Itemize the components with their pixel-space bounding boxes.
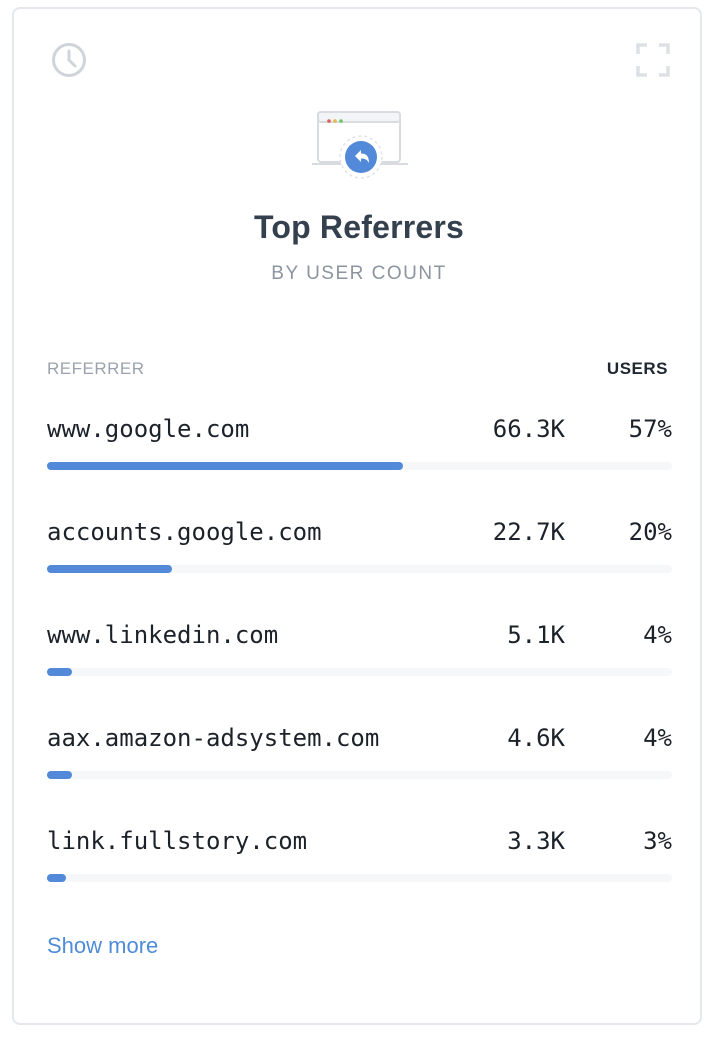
user-percent: 20% xyxy=(628,518,672,546)
top-referrers-card: Top Referrers BY USER COUNT REFERRER USE… xyxy=(12,7,702,1025)
referrer-row[interactable]: accounts.google.com 22.7K 20% xyxy=(47,514,672,617)
progress-track xyxy=(47,565,672,573)
progress-fill xyxy=(47,668,72,676)
referrer-list: www.google.com 66.3K 57% accounts.google… xyxy=(47,411,672,926)
user-count: 22.7K xyxy=(492,518,565,546)
user-percent: 4% xyxy=(643,724,672,752)
referrer-name: aax.amazon-adsystem.com xyxy=(47,724,380,752)
referrer-name: www.linkedin.com xyxy=(47,621,279,649)
user-count: 5.1K xyxy=(507,621,565,649)
referrer-row[interactable]: link.fullstory.com 3.3K 3% xyxy=(47,823,672,926)
progress-track xyxy=(47,462,672,470)
user-count: 66.3K xyxy=(492,415,565,443)
widget-subtitle: BY USER COUNT xyxy=(271,263,447,284)
browser-reply-icon xyxy=(310,109,410,189)
user-count: 4.6K xyxy=(507,724,565,752)
column-header-referrer: REFERRER xyxy=(47,359,145,378)
progress-track xyxy=(47,668,672,676)
referrer-name: www.google.com xyxy=(47,415,250,443)
user-percent: 4% xyxy=(643,621,672,649)
progress-fill xyxy=(47,462,403,470)
progress-fill xyxy=(47,565,172,573)
widget-title: Top Referrers xyxy=(253,209,465,245)
expand-icon[interactable] xyxy=(636,43,670,77)
user-count: 3.3K xyxy=(507,827,565,855)
referrer-name: accounts.google.com xyxy=(47,518,322,546)
show-more-link[interactable]: Show more xyxy=(47,933,158,959)
referrer-row[interactable]: aax.amazon-adsystem.com 4.6K 4% xyxy=(47,720,672,823)
user-percent: 3% xyxy=(643,827,672,855)
progress-track xyxy=(47,771,672,779)
progress-track xyxy=(47,874,672,882)
referrer-name: link.fullstory.com xyxy=(47,827,308,855)
user-percent: 57% xyxy=(628,415,672,443)
progress-fill xyxy=(47,771,72,779)
progress-fill xyxy=(47,874,66,882)
clock-icon[interactable] xyxy=(50,41,88,79)
referrer-row[interactable]: www.google.com 66.3K 57% xyxy=(47,411,672,514)
column-header-users[interactable]: USERS xyxy=(607,359,668,379)
referrer-row[interactable]: www.linkedin.com 5.1K 4% xyxy=(47,617,672,720)
